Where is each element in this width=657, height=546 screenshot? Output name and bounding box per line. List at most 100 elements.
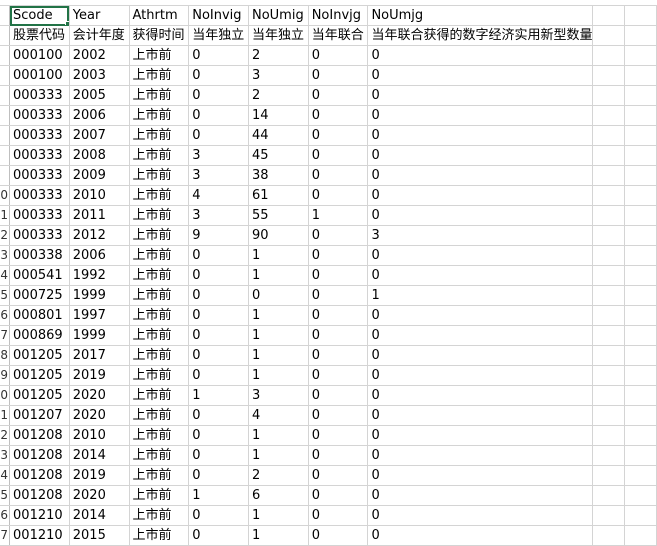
- data-cell[interactable]: 001208: [9, 485, 70, 506]
- data-cell[interactable]: 2019: [69, 365, 130, 386]
- empty-cell[interactable]: [592, 425, 626, 446]
- data-cell[interactable]: 001210: [9, 505, 70, 526]
- data-cell[interactable]: 0: [188, 285, 249, 306]
- data-cell[interactable]: 000333: [9, 105, 70, 126]
- data-cell[interactable]: 2010: [69, 425, 130, 446]
- data-cell[interactable]: 0: [367, 185, 594, 206]
- empty-cell[interactable]: [592, 325, 626, 346]
- row-number[interactable]: 1: [0, 205, 11, 226]
- data-cell[interactable]: 001208: [9, 445, 70, 466]
- data-cell[interactable]: 0: [367, 165, 594, 186]
- data-cell[interactable]: 3: [188, 165, 249, 186]
- data-cell[interactable]: 2020: [69, 385, 130, 406]
- data-cell[interactable]: 001205: [9, 365, 70, 386]
- data-cell[interactable]: 44: [248, 125, 309, 146]
- data-cell[interactable]: 2014: [69, 505, 130, 526]
- data-cell[interactable]: 000801: [9, 305, 70, 326]
- data-cell[interactable]: 0: [188, 445, 249, 466]
- data-cell[interactable]: 上市前: [129, 65, 190, 86]
- data-cell[interactable]: 上市前: [129, 85, 190, 106]
- data-cell[interactable]: 上市前: [129, 385, 190, 406]
- row-number[interactable]: 3: [0, 245, 11, 266]
- data-cell[interactable]: 上市前: [129, 105, 190, 126]
- description-cell[interactable]: 当年联合获得的数字经济实用新型数量: [367, 25, 594, 46]
- data-cell[interactable]: 0: [188, 525, 249, 546]
- data-cell[interactable]: 001208: [9, 425, 70, 446]
- data-cell[interactable]: 61: [248, 185, 309, 206]
- data-cell[interactable]: 0: [188, 65, 249, 86]
- empty-cell[interactable]: [624, 505, 657, 526]
- data-cell[interactable]: 0: [308, 165, 369, 186]
- empty-cell[interactable]: [592, 305, 626, 326]
- data-cell[interactable]: 1: [308, 205, 369, 226]
- data-cell[interactable]: 000333: [9, 145, 70, 166]
- data-cell[interactable]: 0: [367, 245, 594, 266]
- row-number[interactable]: 5: [0, 285, 11, 306]
- data-cell[interactable]: 3: [248, 65, 309, 86]
- data-cell[interactable]: 2002: [69, 45, 130, 66]
- empty-cell[interactable]: [592, 445, 626, 466]
- data-cell[interactable]: 0: [367, 405, 594, 426]
- data-cell[interactable]: 0: [367, 425, 594, 446]
- data-cell[interactable]: 0: [308, 125, 369, 146]
- empty-cell[interactable]: [592, 65, 626, 86]
- row-number[interactable]: [0, 85, 11, 106]
- empty-cell[interactable]: [592, 465, 626, 486]
- data-cell[interactable]: 0: [308, 105, 369, 126]
- data-cell[interactable]: 1: [248, 265, 309, 286]
- empty-cell[interactable]: [624, 65, 657, 86]
- empty-cell[interactable]: [592, 245, 626, 266]
- row-number[interactable]: 7: [0, 325, 11, 346]
- data-cell[interactable]: 上市前: [129, 485, 190, 506]
- data-cell[interactable]: 2003: [69, 65, 130, 86]
- empty-cell[interactable]: [592, 105, 626, 126]
- data-cell[interactable]: 0: [188, 125, 249, 146]
- data-cell[interactable]: 000333: [9, 85, 70, 106]
- data-cell[interactable]: 000869: [9, 325, 70, 346]
- empty-cell[interactable]: [624, 25, 657, 46]
- data-cell[interactable]: 0: [188, 85, 249, 106]
- data-cell[interactable]: 0: [308, 145, 369, 166]
- data-cell[interactable]: 0: [308, 425, 369, 446]
- data-cell[interactable]: 上市前: [129, 505, 190, 526]
- data-cell[interactable]: 0: [367, 345, 594, 366]
- selected-cell[interactable]: Scode: [9, 6, 70, 26]
- column-header-cell[interactable]: NoUmig: [248, 6, 309, 26]
- data-cell[interactable]: 0: [308, 285, 369, 306]
- data-cell[interactable]: 0: [308, 305, 369, 326]
- data-cell[interactable]: 0: [308, 225, 369, 246]
- data-cell[interactable]: 0: [308, 385, 369, 406]
- data-cell[interactable]: 2017: [69, 345, 130, 366]
- data-cell[interactable]: 2006: [69, 245, 130, 266]
- data-cell[interactable]: 1999: [69, 325, 130, 346]
- empty-cell[interactable]: [624, 265, 657, 286]
- data-cell[interactable]: 0: [367, 365, 594, 386]
- data-cell[interactable]: 1: [188, 485, 249, 506]
- empty-cell[interactable]: [624, 465, 657, 486]
- data-cell[interactable]: 1: [248, 445, 309, 466]
- column-header-cell[interactable]: Athrtm: [129, 6, 190, 26]
- data-cell[interactable]: 000333: [9, 165, 70, 186]
- empty-cell[interactable]: [592, 285, 626, 306]
- row-number[interactable]: [0, 6, 11, 26]
- description-cell[interactable]: 当年独立: [248, 25, 309, 46]
- empty-cell[interactable]: [624, 285, 657, 306]
- empty-cell[interactable]: [592, 225, 626, 246]
- data-cell[interactable]: 0: [367, 485, 594, 506]
- data-cell[interactable]: 000338: [9, 245, 70, 266]
- empty-cell[interactable]: [624, 385, 657, 406]
- data-cell[interactable]: 0: [308, 65, 369, 86]
- row-number[interactable]: 6: [0, 505, 11, 526]
- empty-cell[interactable]: [624, 345, 657, 366]
- data-cell[interactable]: 0: [367, 45, 594, 66]
- empty-cell[interactable]: [624, 125, 657, 146]
- data-cell[interactable]: 38: [248, 165, 309, 186]
- data-cell[interactable]: 0: [188, 245, 249, 266]
- data-cell[interactable]: 2011: [69, 205, 130, 226]
- empty-cell[interactable]: [592, 525, 626, 546]
- data-cell[interactable]: 1: [248, 345, 309, 366]
- data-cell[interactable]: 上市前: [129, 425, 190, 446]
- data-cell[interactable]: 0: [367, 525, 594, 546]
- column-header-cell[interactable]: NoInvjg: [308, 6, 369, 26]
- empty-cell[interactable]: [624, 445, 657, 466]
